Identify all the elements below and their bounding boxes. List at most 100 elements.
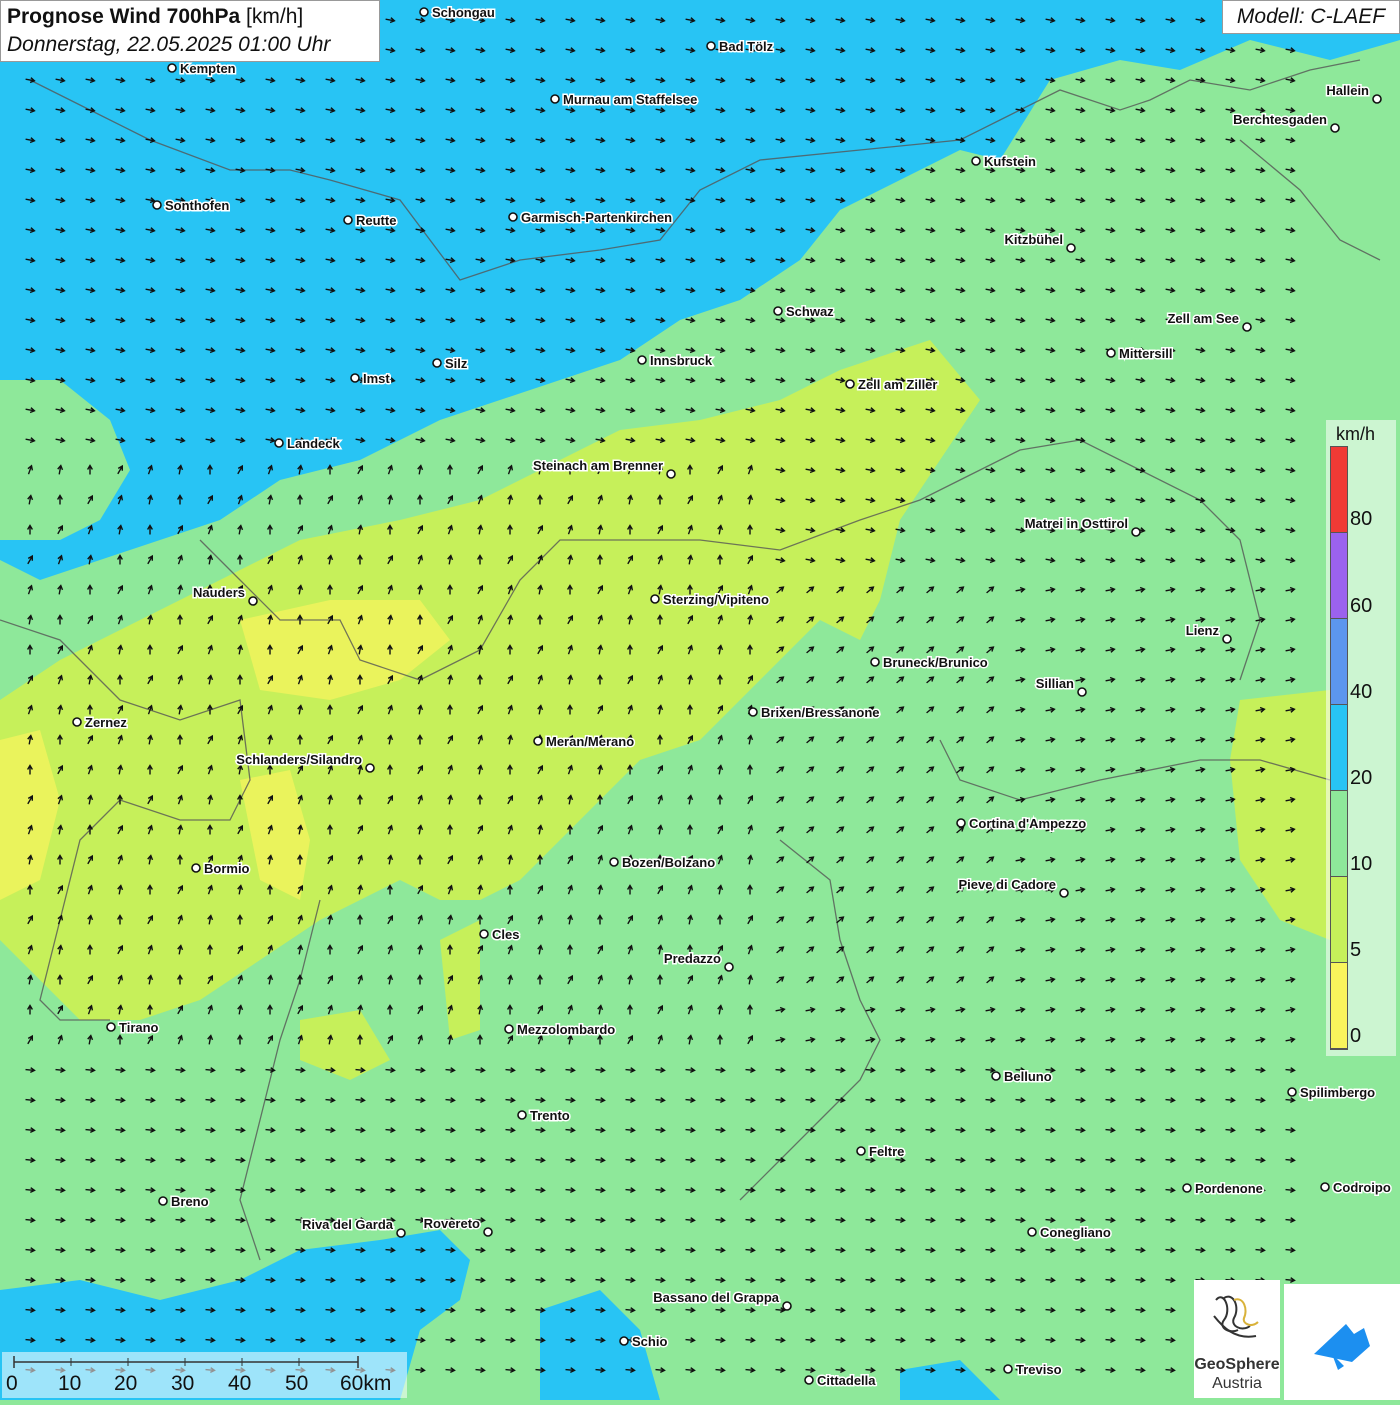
city-marker-icon bbox=[609, 857, 619, 867]
city: Brixen/Bressanone bbox=[748, 704, 881, 722]
scale-label: 40 bbox=[228, 1372, 252, 1395]
city-marker-icon bbox=[1242, 322, 1252, 332]
city-marker-icon bbox=[1330, 123, 1340, 133]
legend-color-step bbox=[1331, 963, 1347, 1049]
city-label: Cles bbox=[492, 927, 519, 942]
city-label: Silz bbox=[445, 356, 468, 371]
city-marker-icon bbox=[782, 1301, 792, 1311]
city-label: Codroipo bbox=[1333, 1180, 1391, 1195]
city-label: Sterzing/Vipiteno bbox=[663, 592, 769, 607]
city-label: Murnau am Staffelsee bbox=[563, 92, 697, 107]
city-label: Zell am Ziller bbox=[858, 377, 937, 392]
city-label: Imst bbox=[363, 371, 390, 386]
city-label: Steinach am Brenner bbox=[533, 458, 663, 473]
scale-label: 20 bbox=[114, 1372, 138, 1395]
legend-label: 60 bbox=[1350, 595, 1373, 617]
city-marker-icon bbox=[1106, 348, 1116, 358]
city: Bruneck/Brunico bbox=[870, 654, 989, 672]
city-marker-icon bbox=[1066, 243, 1076, 253]
city-label: Brixen/Bressanone bbox=[761, 705, 880, 720]
city-marker-icon bbox=[1182, 1183, 1192, 1193]
city-label: Belluno bbox=[1004, 1069, 1052, 1084]
city-marker-icon bbox=[666, 469, 676, 479]
city-label: Feltre bbox=[869, 1144, 904, 1159]
city-marker-icon bbox=[158, 1196, 168, 1206]
city-marker-icon bbox=[1287, 1087, 1297, 1097]
legend-label: 20 bbox=[1350, 767, 1373, 789]
city-marker-icon bbox=[343, 215, 353, 225]
legend-color-step bbox=[1331, 619, 1347, 705]
city: Mezzolombardo bbox=[504, 1021, 617, 1039]
city-marker-icon bbox=[550, 94, 560, 104]
scale-label: 30 bbox=[171, 1372, 195, 1395]
title-box: Prognose Wind 700hPa [km/h] Donnerstag, … bbox=[0, 0, 380, 62]
city-marker-icon bbox=[517, 1110, 527, 1120]
city-marker-icon bbox=[396, 1228, 406, 1238]
city-marker-icon bbox=[1320, 1182, 1330, 1192]
city-marker-icon bbox=[350, 373, 360, 383]
city: Innsbruck bbox=[637, 352, 714, 370]
city-marker-icon bbox=[274, 438, 284, 448]
city: Zell am Ziller bbox=[845, 376, 939, 394]
legend-label: 40 bbox=[1350, 681, 1373, 703]
city-label: Matrei in Osttirol bbox=[1025, 516, 1128, 531]
forecast-datetime: Donnerstag, 22.05.2025 01:00 Uhr bbox=[7, 33, 331, 56]
geosphere-icon bbox=[1213, 1295, 1259, 1338]
city-label: Treviso bbox=[1016, 1362, 1062, 1377]
city-label: Bormio bbox=[204, 861, 250, 876]
city: Sterzing/Vipiteno bbox=[650, 591, 770, 609]
city: Schongau bbox=[419, 4, 496, 22]
city-label: Sonthofen bbox=[165, 198, 229, 213]
city: Murnau am Staffelsee bbox=[550, 91, 699, 109]
city-label: Spilimbergo bbox=[1300, 1085, 1375, 1100]
title: Prognose Wind 700hPa [km/h] bbox=[7, 5, 373, 29]
city-label: Rovereto bbox=[424, 1216, 480, 1231]
city-marker-icon bbox=[991, 1071, 1001, 1081]
city-label: Hallein bbox=[1326, 83, 1369, 98]
city-label: Berchtesgaden bbox=[1233, 112, 1327, 127]
city-label: Kitzbühel bbox=[1005, 232, 1064, 247]
city-marker-icon bbox=[533, 736, 543, 746]
legend-unit: km/h bbox=[1336, 424, 1376, 444]
city: Spilimbergo bbox=[1287, 1084, 1377, 1102]
city-marker-icon bbox=[479, 929, 489, 939]
legend-color-step bbox=[1331, 791, 1347, 877]
city-label: Zell am See bbox=[1167, 311, 1239, 326]
legend-label: 80 bbox=[1350, 508, 1373, 530]
city: Sonthofen bbox=[152, 197, 231, 215]
city-marker-icon bbox=[419, 7, 429, 17]
city-label: Schongau bbox=[432, 5, 495, 20]
city: Conegliano bbox=[1027, 1224, 1112, 1242]
city-label: Lienz bbox=[1186, 623, 1220, 638]
city-marker-icon bbox=[1131, 527, 1141, 537]
city-label: Mittersill bbox=[1119, 346, 1172, 361]
city-marker-icon bbox=[637, 355, 647, 365]
city: Cortina d'Ampezzo bbox=[956, 815, 1088, 833]
city-label: Pieve di Cadore bbox=[958, 877, 1056, 892]
city-label: Predazzo bbox=[664, 951, 721, 966]
scale-label: 0 bbox=[6, 1372, 18, 1395]
city: Meran/Merano bbox=[533, 733, 636, 751]
city-label: Pordenone bbox=[1195, 1181, 1263, 1196]
city-label: Tirano bbox=[119, 1020, 159, 1035]
legend-color-step bbox=[1331, 705, 1347, 791]
city: Pordenone bbox=[1182, 1180, 1264, 1198]
wind-forecast-map: Schongau Bad Tölz Kempten Murnau am Staffel… bbox=[0, 0, 1400, 1400]
city-marker-icon bbox=[152, 200, 162, 210]
logo-name: GeoSphere bbox=[1194, 1356, 1280, 1373]
city: Bozen/Bolzano bbox=[609, 854, 717, 872]
city-marker-icon bbox=[167, 63, 177, 73]
city-marker-icon bbox=[971, 156, 981, 166]
city-marker-icon bbox=[870, 657, 880, 667]
city-marker-icon bbox=[650, 594, 660, 604]
legend-label: 0 bbox=[1350, 1025, 1362, 1047]
city-label: Trento bbox=[530, 1108, 570, 1123]
city-marker-icon bbox=[748, 707, 758, 717]
city-marker-icon bbox=[248, 596, 258, 606]
logo-country: Austria bbox=[1212, 1375, 1262, 1392]
city: Garmisch-Partenkirchen bbox=[508, 209, 674, 227]
city-marker-icon bbox=[706, 41, 716, 51]
city-marker-icon bbox=[1027, 1227, 1037, 1237]
legend-label: 10 bbox=[1350, 853, 1373, 875]
city-marker-icon bbox=[106, 1022, 116, 1032]
